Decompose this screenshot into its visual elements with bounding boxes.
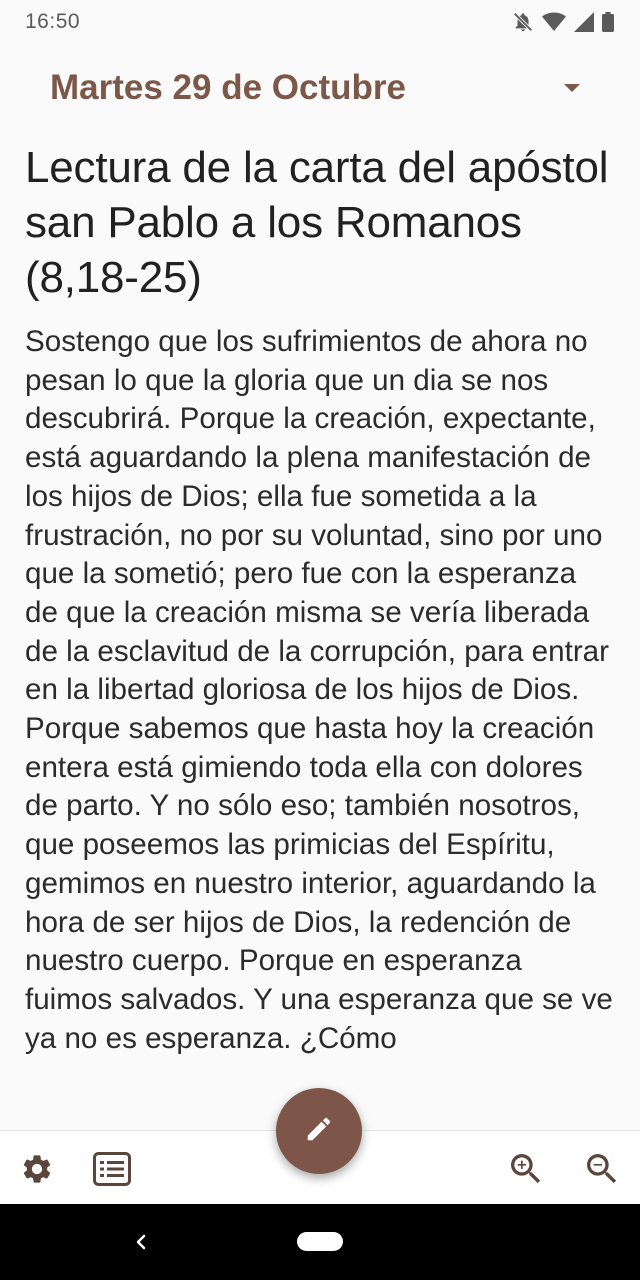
reading-body: Sostengo que los sufrimientos de ahora n… — [25, 325, 613, 1055]
reading-content[interactable]: Lectura de la carta del apóstol san Pabl… — [25, 140, 615, 1130]
date-label: Martes 29 de Octubre — [50, 68, 406, 107]
edit-fab-button[interactable] — [276, 1088, 362, 1174]
chevron-down-icon[interactable] — [564, 84, 580, 92]
zoom-in-icon[interactable] — [506, 1149, 546, 1189]
gear-icon[interactable] — [17, 1149, 57, 1189]
status-time: 16:50 — [25, 10, 81, 33]
back-icon[interactable] — [128, 1228, 152, 1256]
signal-icon — [574, 12, 594, 32]
list-icon[interactable] — [92, 1149, 132, 1189]
zoom-out-icon[interactable] — [582, 1149, 622, 1189]
date-selector[interactable]: Martes 29 de Octubre — [50, 62, 590, 114]
battery-icon — [602, 12, 614, 32]
reading-title: Lectura de la carta del apóstol san Pabl… — [25, 143, 609, 302]
home-button[interactable] — [297, 1232, 343, 1251]
status-bar: 16:50 — [0, 0, 640, 44]
bell-off-icon — [512, 11, 534, 33]
pencil-icon — [304, 1114, 334, 1149]
system-nav-bar — [0, 1204, 640, 1280]
status-icons — [512, 11, 614, 33]
wifi-icon — [542, 12, 566, 32]
